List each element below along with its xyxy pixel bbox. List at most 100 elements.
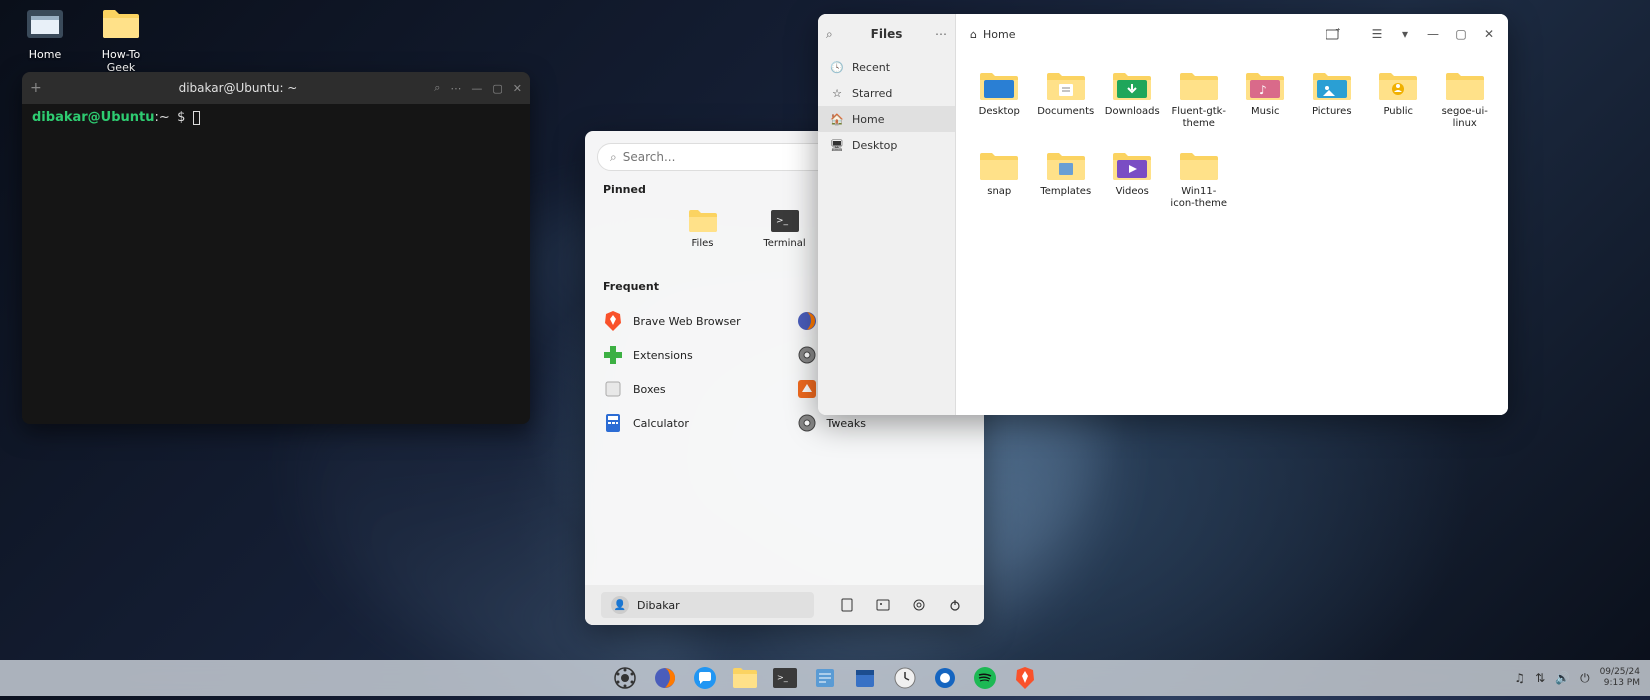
start-button[interactable] <box>609 664 641 692</box>
folder-icon <box>978 150 1020 182</box>
files-sidebar: ⌕ Files ⋯ 🕓Recent ☆Starred 🏠Home 🖥Deskto… <box>818 14 956 415</box>
close-icon[interactable]: ✕ <box>513 82 522 95</box>
frequent-label: Calculator <box>633 417 689 430</box>
firefox-icon <box>797 311 817 331</box>
search-icon: ⌕ <box>610 150 617 165</box>
home-icon: ⌂ <box>970 28 977 41</box>
frequent-brave[interactable]: Brave Web Browser <box>595 305 781 337</box>
menu-icon[interactable]: ⋯ <box>450 82 461 95</box>
home-icon: 🏠 <box>830 112 844 126</box>
taskbar-terminal[interactable]: >_ <box>769 664 801 692</box>
folder-icon: ♪ <box>1244 70 1286 102</box>
files-grid[interactable]: Desktop Documents Downloads Fluent-gtk-them… <box>956 54 1508 415</box>
taskbar-apps: >_ <box>609 664 1041 692</box>
svg-text:>_: >_ <box>777 673 789 682</box>
folder-icon <box>1444 70 1486 102</box>
terminal-body[interactable]: dibakar@Ubuntu:~ $ <box>22 104 530 424</box>
taskbar-firefox[interactable] <box>649 664 681 692</box>
folder-item[interactable]: Desktop <box>968 66 1031 134</box>
music-tray-icon[interactable]: ♫ <box>1514 671 1525 685</box>
network-tray-icon[interactable]: ⇅ <box>1535 671 1545 685</box>
tray-clock[interactable]: 09/25/24 9:13 PM <box>1600 667 1640 689</box>
desktop-icon-howtogeek[interactable]: How-To Geek <box>86 6 156 74</box>
pinned-label: Terminal <box>763 238 805 250</box>
desktop-icon-home[interactable]: Home <box>10 6 80 61</box>
maximize-icon[interactable]: ▢ <box>492 82 502 95</box>
folder-icon <box>1045 150 1087 182</box>
folder-label: Downloads <box>1105 106 1160 118</box>
settings-shortcut-icon[interactable] <box>906 592 932 618</box>
power-tray-icon[interactable]: ⏻ <box>1580 671 1590 686</box>
folder-item[interactable]: Fluent-gtk-theme <box>1168 66 1231 134</box>
folder-icon <box>1111 70 1153 102</box>
menu-icon[interactable]: ⋯ <box>935 27 947 41</box>
new-tab-button[interactable]: + <box>30 80 42 96</box>
folder-item[interactable]: segoe-ui-linux <box>1434 66 1497 134</box>
taskbar-messages[interactable] <box>689 664 721 692</box>
terminal-window[interactable]: + dibakar@Ubuntu: ~ ⌕ ⋯ — ▢ ✕ dibakar@Ub… <box>22 72 530 424</box>
view-list-icon[interactable]: ☰ <box>1366 23 1388 45</box>
frequent-label: Brave Web Browser <box>633 315 741 328</box>
desktop-icon-label: Home <box>29 48 61 61</box>
search-icon[interactable]: ⌕ <box>434 81 440 95</box>
files-icon <box>688 208 718 234</box>
volume-tray-icon[interactable]: 🔊 <box>1555 671 1570 685</box>
taskbar-files[interactable] <box>729 664 761 692</box>
folder-label: Win11-icon-theme <box>1170 186 1229 210</box>
folder-item[interactable]: Pictures <box>1301 66 1364 134</box>
location-bar[interactable]: ⌂ Home <box>964 28 1316 41</box>
close-icon[interactable]: ✕ <box>1478 23 1500 45</box>
folder-item[interactable]: ♪ Music <box>1234 66 1297 134</box>
system-tray: ♫ ⇅ 🔊 ⏻ 09/25/24 9:13 PM <box>1514 667 1640 689</box>
folder-item[interactable]: Videos <box>1101 146 1164 214</box>
files-window[interactable]: ⌕ Files ⋯ 🕓Recent ☆Starred 🏠Home 🖥Deskto… <box>818 14 1508 415</box>
pinned-files[interactable]: Files <box>667 208 739 262</box>
folder-label: Music <box>1251 106 1279 118</box>
frequent-label: Frequent <box>603 280 659 293</box>
svg-text:>_: >_ <box>776 216 789 226</box>
taskbar-spotify[interactable] <box>969 664 1001 692</box>
minimize-icon[interactable]: — <box>471 82 482 95</box>
chevron-down-icon[interactable]: ▾ <box>1394 23 1416 45</box>
folder-item[interactable]: Win11-icon-theme <box>1168 146 1231 214</box>
frequent-calculator[interactable]: Calculator <box>595 407 781 439</box>
folder-icon <box>101 6 141 42</box>
sidebar-item-starred[interactable]: ☆Starred <box>818 80 955 106</box>
search-icon[interactable]: ⌕ <box>826 27 833 42</box>
folder-item[interactable]: snap <box>968 146 1031 214</box>
taskbar-brave[interactable] <box>1009 664 1041 692</box>
minimize-icon[interactable]: — <box>1422 23 1444 45</box>
pinned-terminal[interactable]: >_ Terminal <box>749 208 821 262</box>
taskbar-clock[interactable] <box>889 664 921 692</box>
folder-item[interactable]: Downloads <box>1101 66 1164 134</box>
power-icon[interactable] <box>942 592 968 618</box>
folder-icon <box>1178 150 1220 182</box>
folder-label: Desktop <box>979 106 1020 118</box>
maximize-icon[interactable]: ▢ <box>1450 23 1472 45</box>
folder-item[interactable]: Public <box>1367 66 1430 134</box>
folder-item[interactable]: Documents <box>1035 66 1098 134</box>
new-folder-icon[interactable]: + <box>1322 23 1344 45</box>
frequent-extensions[interactable]: Extensions <box>595 339 781 371</box>
taskbar-browser[interactable] <box>929 664 961 692</box>
user-button[interactable]: 👤 Dibakar <box>601 592 814 618</box>
calculator-icon <box>603 413 623 433</box>
sidebar-item-home[interactable]: 🏠 Home <box>818 106 955 132</box>
pictures-shortcut-icon[interactable] <box>870 592 896 618</box>
documents-shortcut-icon[interactable] <box>834 592 860 618</box>
folder-item[interactable]: Templates <box>1035 146 1098 214</box>
sidebar-item-recent[interactable]: 🕓Recent <box>818 54 955 80</box>
terminal-title: dibakar@Ubuntu: ~ <box>42 81 434 95</box>
sidebar-item-desktop[interactable]: 🖥Desktop <box>818 132 955 158</box>
folder-icon <box>1377 70 1419 102</box>
folder-label: Fluent-gtk-theme <box>1170 106 1229 130</box>
brave-icon <box>603 311 623 331</box>
star-icon: ☆ <box>830 86 844 100</box>
taskbar-texteditor[interactable] <box>809 664 841 692</box>
folder-icon <box>1178 70 1220 102</box>
taskbar-calendar[interactable] <box>849 664 881 692</box>
terminal-icon: >_ <box>770 208 800 234</box>
frequent-boxes[interactable]: Boxes <box>595 373 781 405</box>
sidebar-item-label: Home <box>852 113 884 126</box>
frequent-label: Boxes <box>633 383 666 396</box>
